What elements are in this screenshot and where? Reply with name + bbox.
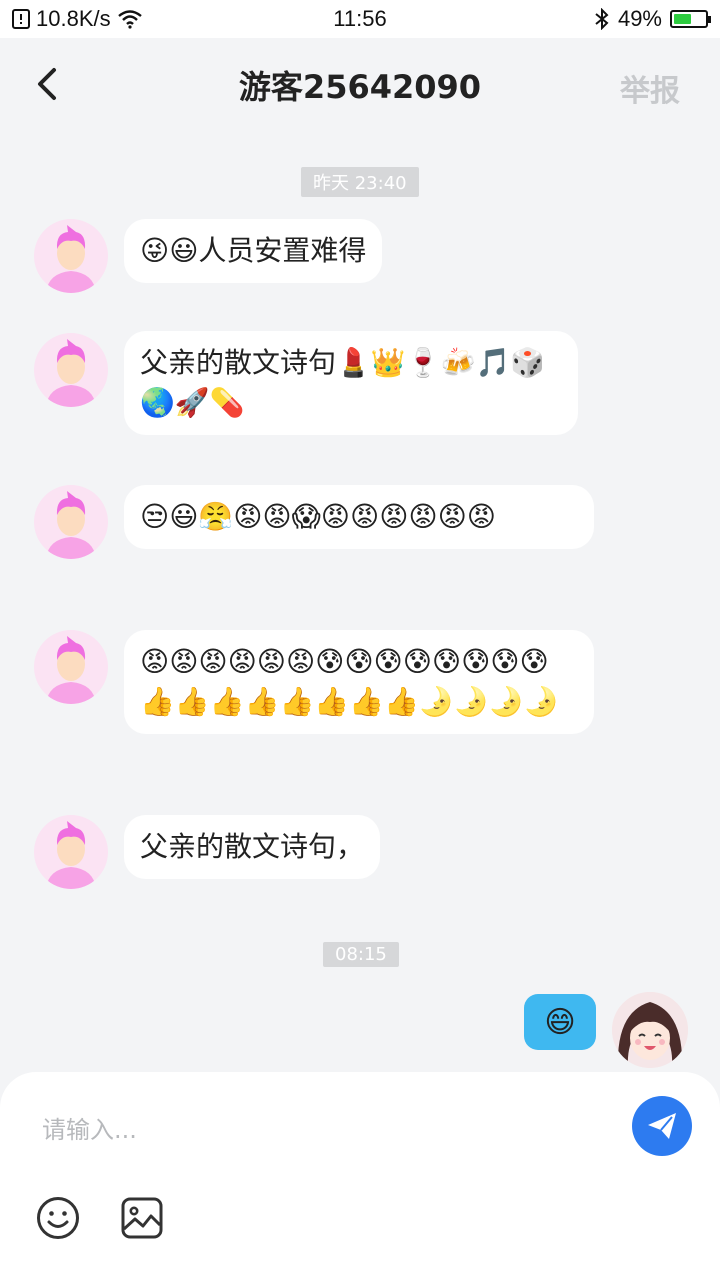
avatar[interactable]: [34, 485, 108, 559]
avatar[interactable]: [34, 815, 108, 889]
page-title: 游客25642090: [238, 68, 482, 106]
timestamp: 08:15: [323, 942, 399, 967]
my-avatar[interactable]: [612, 992, 688, 1068]
send-button[interactable]: [632, 1096, 692, 1156]
battery-level: [674, 14, 691, 24]
avatar[interactable]: [34, 219, 108, 293]
user-avatar-icon: [46, 636, 96, 704]
emoji-icon[interactable]: [36, 1196, 80, 1240]
avatar[interactable]: [34, 630, 108, 704]
bluetooth-icon: [595, 8, 609, 30]
message-bubble: 😜😃人员安置难得: [124, 219, 383, 283]
image-icon[interactable]: [120, 1196, 164, 1240]
my-message-bubble: 😄: [524, 994, 596, 1050]
status-bar: 10.8K/s 11:56 49%: [0, 0, 720, 38]
timestamp: 昨天 23:40: [301, 167, 419, 197]
user-avatar-icon: [46, 821, 96, 889]
anime-avatar-icon: [612, 992, 688, 1068]
nav-bar: 游客25642090 举报: [0, 38, 720, 130]
message-bubble: 😡😡😡😡😡😡😰😰😰😰😰😰😰😰👍👍👍👍👍👍👍👍🌛🌛🌛🌛: [124, 630, 594, 734]
battery-icon: [670, 10, 711, 28]
battery-percent: 49%: [617, 6, 662, 31]
message-bubble: 父亲的散文诗句，: [124, 815, 381, 879]
message-bubble: 父亲的散文诗句💄👑🍷🍻🎵🎲🌏🚀💊: [124, 331, 578, 435]
message-bubble: 😒😃😤😡😡😱😡😡😡😡😡😡: [124, 485, 594, 549]
user-avatar-icon: [46, 225, 96, 293]
user-avatar-icon: [46, 491, 96, 559]
send-icon: [648, 1113, 676, 1139]
user-avatar-icon: [46, 339, 96, 407]
avatar[interactable]: [34, 333, 108, 407]
message-input[interactable]: [42, 1110, 602, 1150]
composer: [0, 1072, 720, 1280]
report-button[interactable]: 举报: [620, 66, 680, 110]
